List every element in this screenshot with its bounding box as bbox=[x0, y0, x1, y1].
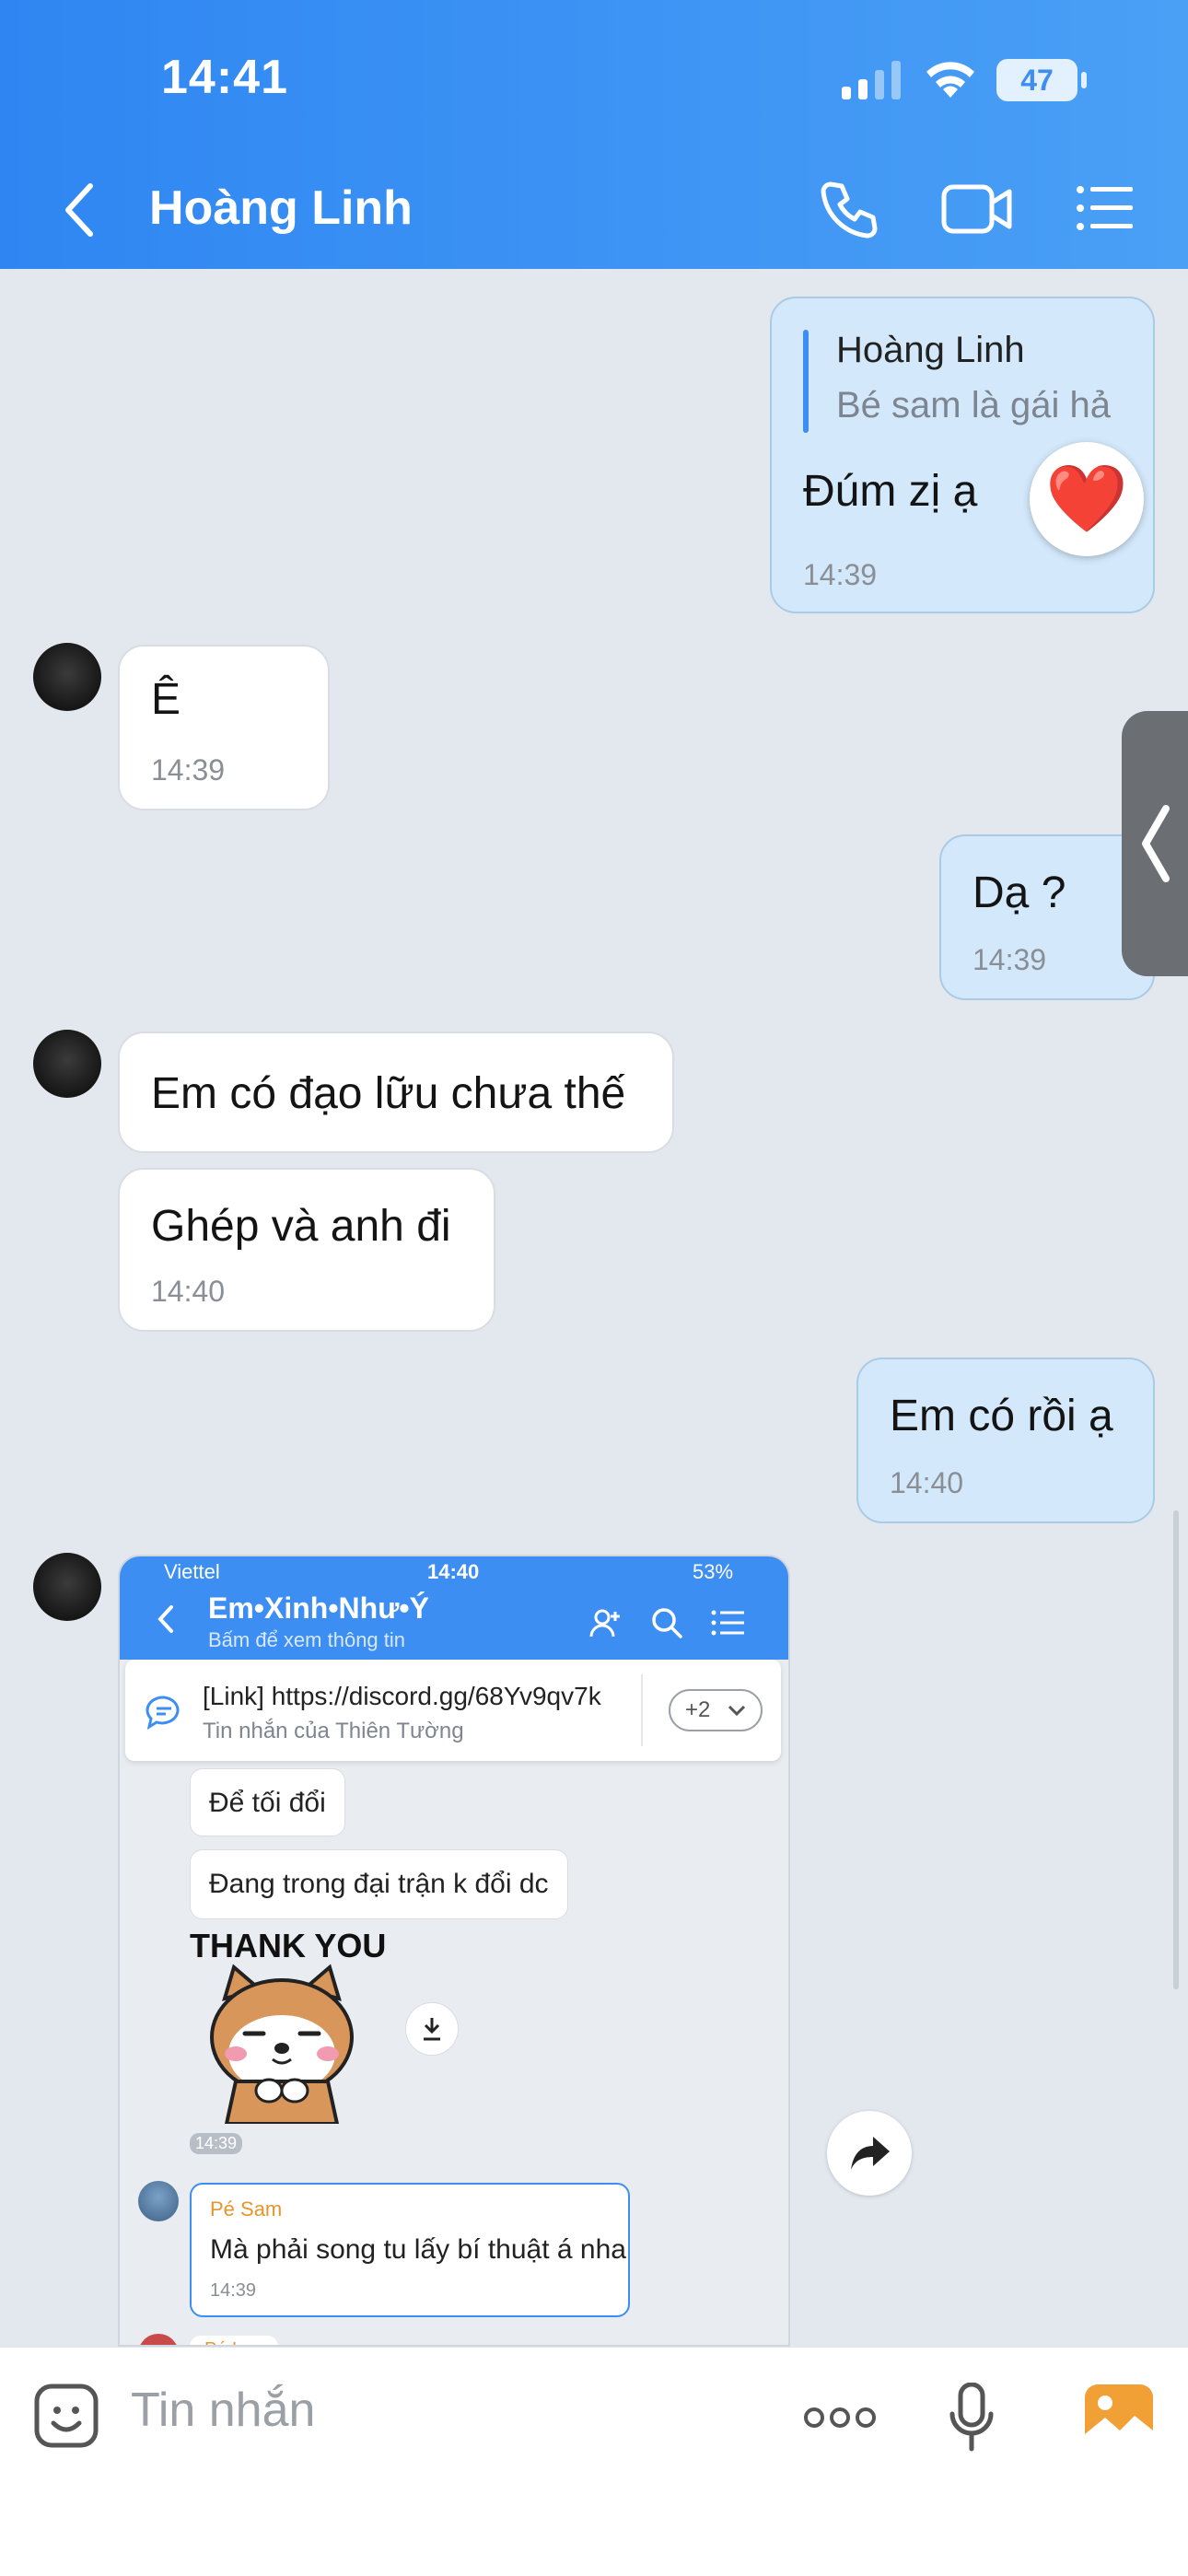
quote-bar bbox=[803, 330, 809, 433]
message-text: Ghép và anh đi bbox=[151, 1202, 451, 1251]
reply-avatar bbox=[138, 2181, 179, 2221]
incoming-message-bubble[interactable]: Ê 14:39 bbox=[118, 645, 330, 810]
outgoing-message-bubble[interactable]: Em có rồi ạ 14:40 bbox=[856, 1358, 1155, 1523]
back-arrow-icon[interactable] bbox=[61, 182, 98, 238]
chat-header: 14:41 47 Hoàng Linh bbox=[0, 0, 1188, 269]
sender-avatar[interactable] bbox=[33, 1553, 101, 1621]
pinned-message-card: [Link] https://discord.gg/68Yv9qv7k Tin … bbox=[125, 1660, 781, 1761]
microphone-icon[interactable] bbox=[949, 2383, 995, 2453]
quote-text: Bé sam là gái hả bbox=[836, 385, 1111, 425]
sticker-caption: THANK YOU bbox=[190, 1927, 387, 1964]
pinned-link-sub: Tin nhắn của Thiên Tường bbox=[203, 1719, 464, 1743]
message-text: Đúm zị ạ bbox=[803, 467, 978, 516]
partial-author: Pé Ly bbox=[204, 2339, 250, 2345]
gallery-image-icon[interactable] bbox=[1083, 2383, 1155, 2449]
chat-title[interactable]: Hoàng Linh bbox=[149, 181, 413, 236]
message-input-bar: Tin nhắn bbox=[0, 2347, 1188, 2576]
search-icon bbox=[652, 1608, 682, 1638]
cellular-signal-icon bbox=[842, 61, 901, 99]
screenshot-message: Để tối đổi bbox=[190, 1768, 345, 1836]
pinned-more-badge: +2 bbox=[669, 1689, 763, 1731]
message-time: 14:39 bbox=[973, 943, 1047, 976]
screenshot-group-name: Em•Xinh•Như•Ý bbox=[208, 1591, 429, 1625]
sender-avatar[interactable] bbox=[33, 643, 101, 711]
sticker-time: 14:39 bbox=[190, 2133, 243, 2154]
pinned-more-count: +2 bbox=[685, 1697, 711, 1722]
message-input[interactable]: Tin nhắn bbox=[131, 2383, 315, 2438]
pinned-link-text: [Link] https://discord.gg/68Yv9qv7k bbox=[203, 1682, 601, 1710]
battery-indicator: 47 bbox=[996, 59, 1087, 101]
message-text: Em có đạo lữu chưa thế bbox=[151, 1069, 626, 1118]
status-time: 14:41 bbox=[161, 51, 288, 104]
sticker-emoji-icon[interactable] bbox=[33, 2383, 99, 2449]
message-text: Dạ ? bbox=[973, 868, 1066, 917]
screenshot-carrier: Viettel bbox=[164, 1560, 220, 1583]
reply-text: Mà phải song tu lấy bí thuật á nha bbox=[210, 2234, 626, 2265]
heart-reaction[interactable]: ❤️ bbox=[1030, 442, 1144, 556]
screenshot-time: 14:40 bbox=[427, 1560, 480, 1583]
message-text: Em có rồi ạ bbox=[890, 1392, 1113, 1440]
heart-reaction-emoji: ❤️ bbox=[1045, 462, 1128, 536]
reply-author: Pé Sam bbox=[210, 2197, 283, 2220]
add-member-icon bbox=[589, 1609, 620, 1638]
chevron-left-icon bbox=[1142, 805, 1170, 882]
sender-avatar[interactable] bbox=[33, 1030, 101, 1098]
message-text: Ê bbox=[151, 675, 181, 724]
more-options-icon[interactable] bbox=[803, 2407, 877, 2429]
screenshot-message: Đang trong đại trận k đổi dc bbox=[190, 1849, 568, 1919]
screenshot-header: Viettel 14:40 53% Em•Xinh•Như•Ý Bấm để x… bbox=[120, 1556, 788, 1660]
wifi-icon bbox=[926, 62, 974, 98]
message-time: 14:40 bbox=[151, 1275, 226, 1308]
message-time: 14:39 bbox=[151, 753, 226, 787]
side-panel-handle[interactable] bbox=[1122, 711, 1188, 976]
shared-screenshot-image[interactable]: Viettel 14:40 53% Em•Xinh•Như•Ý Bấm để x… bbox=[118, 1555, 790, 2347]
phone-call-icon[interactable] bbox=[818, 179, 879, 239]
download-button bbox=[405, 2002, 459, 2056]
reply-message-bubble: Pé Sam Mà phải song tu lấy bí thuật á nh… bbox=[190, 2183, 630, 2317]
incoming-message-bubble[interactable]: Em có đạo lữu chưa thế bbox=[118, 1032, 674, 1153]
message-time: 14:39 bbox=[803, 558, 878, 591]
download-icon bbox=[424, 2018, 440, 2041]
chevron-down-icon bbox=[728, 1705, 746, 1717]
back-arrow-icon bbox=[157, 1605, 173, 1633]
scrollbar[interactable] bbox=[1173, 1510, 1179, 1989]
screenshot-battery: 53% bbox=[693, 1560, 734, 1583]
share-arrow-icon bbox=[851, 2137, 890, 2170]
quote-author: Hoàng Linh bbox=[836, 330, 1025, 370]
reply-time: 14:39 bbox=[210, 2280, 257, 2301]
menu-list-icon[interactable] bbox=[1076, 184, 1135, 232]
pinned-divider bbox=[641, 1674, 643, 1746]
shiba-dog-sticker bbox=[210, 1964, 354, 2124]
message-time: 14:40 bbox=[890, 1466, 964, 1499]
incoming-message-bubble[interactable]: Ghép và anh đi 14:40 bbox=[118, 1168, 495, 1332]
video-call-icon[interactable] bbox=[941, 182, 1013, 236]
partial-avatar bbox=[138, 2334, 179, 2345]
chat-bubble-icon bbox=[146, 1696, 180, 1730]
forward-button[interactable] bbox=[827, 2111, 912, 2196]
menu-list-icon bbox=[711, 1610, 744, 1636]
screenshot-group-sub: Bấm để xem thông tin bbox=[208, 1628, 406, 1651]
partial-bubble: Pé Ly bbox=[190, 2336, 278, 2345]
